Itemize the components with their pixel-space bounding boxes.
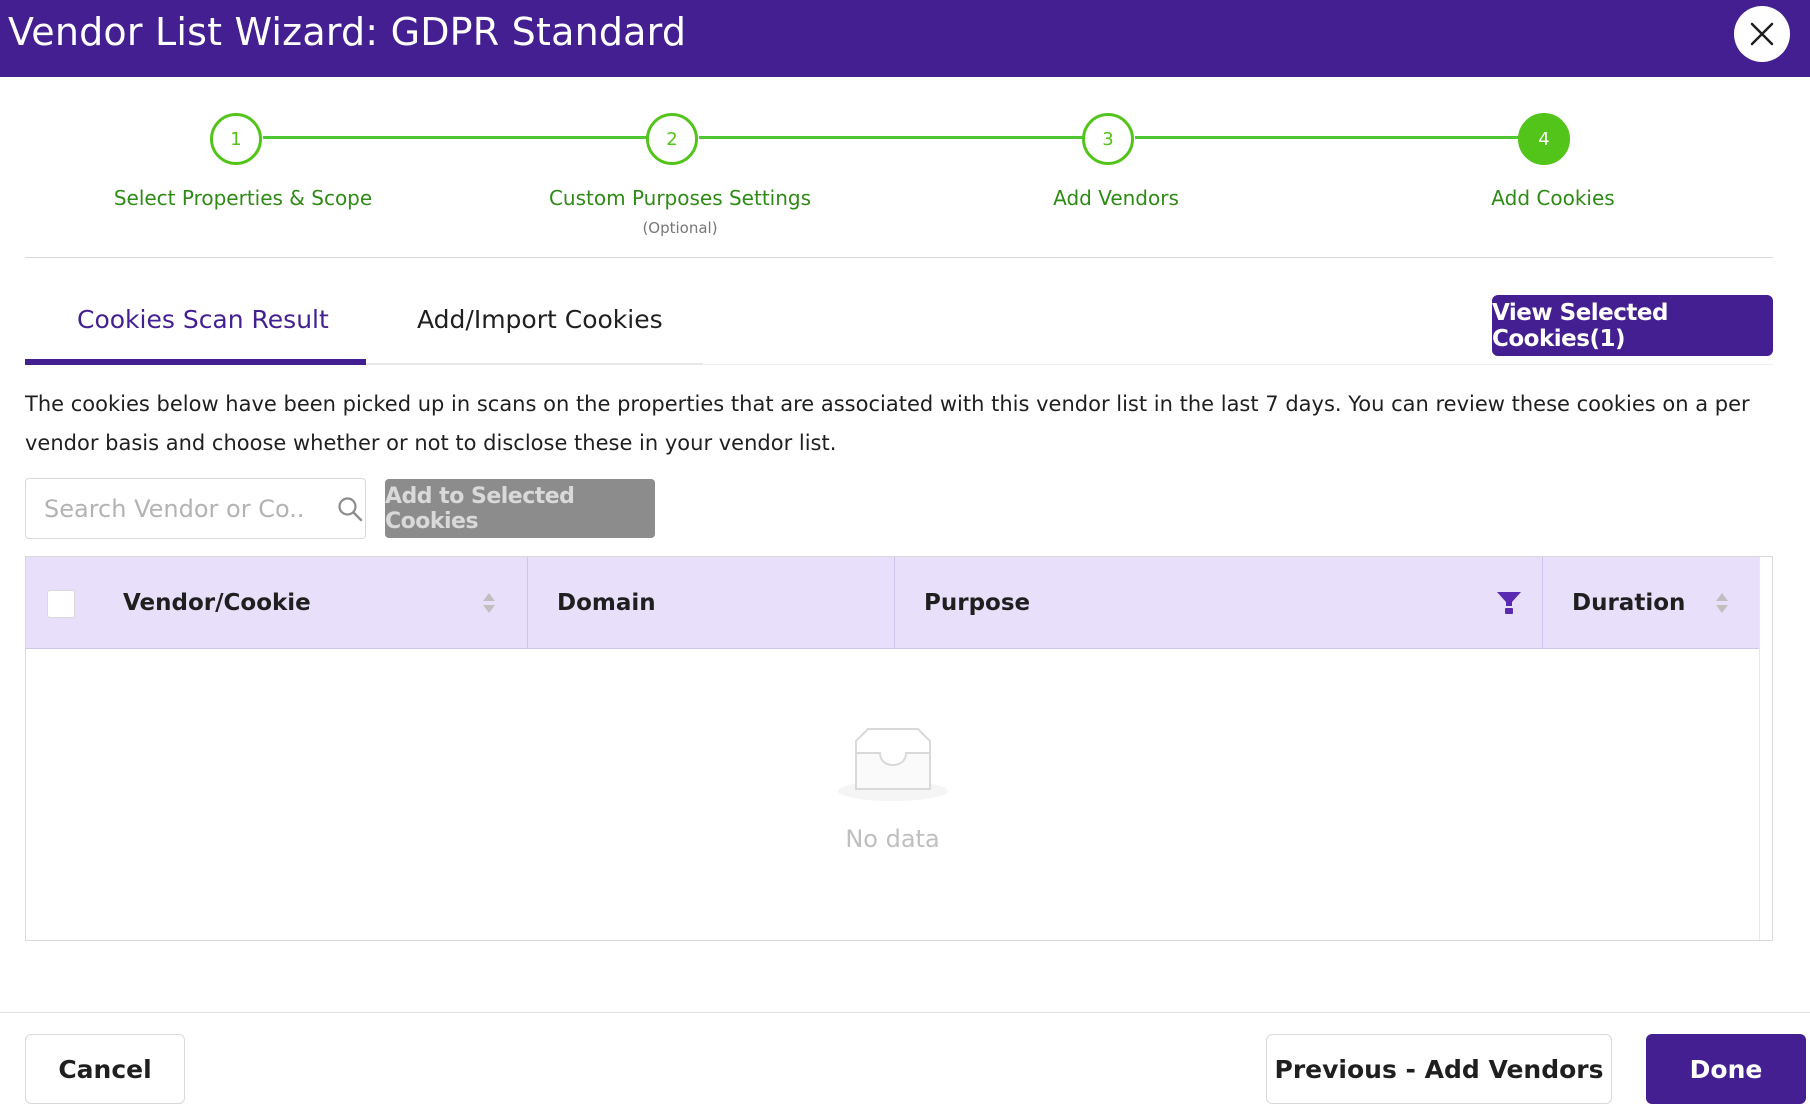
- column-header-duration[interactable]: Duration: [1572, 557, 1685, 649]
- cancel-button[interactable]: Cancel: [25, 1034, 185, 1104]
- previous-add-vendors-button[interactable]: Previous - Add Vendors: [1266, 1034, 1612, 1104]
- scan-description: The cookies below have been picked up in…: [25, 392, 1750, 455]
- step-connector: [263, 136, 647, 139]
- step-connector: [699, 136, 1083, 139]
- search-field: [25, 478, 366, 539]
- footer-divider: [0, 1012, 1810, 1013]
- stepper-divider: [25, 257, 1773, 258]
- wizard-header: Vendor List Wizard: GDPR Standard: [0, 0, 1810, 77]
- step-2-circle[interactable]: 2: [646, 113, 698, 165]
- column-header-vendor-cookie[interactable]: Vendor/Cookie: [123, 557, 311, 649]
- active-tab-indicator: [25, 359, 366, 365]
- done-button[interactable]: Done: [1646, 1034, 1806, 1104]
- select-all-checkbox[interactable]: [47, 590, 75, 618]
- view-selected-cookies-button[interactable]: View Selected Cookies(1): [1492, 295, 1773, 356]
- step-2-optional: (Optional): [642, 219, 718, 237]
- column-separator: [527, 557, 528, 649]
- sort-icon[interactable]: [1715, 591, 1729, 615]
- search-icon[interactable]: [336, 495, 364, 523]
- cookies-table: Vendor/Cookie Domain Purpose Duration No…: [25, 556, 1773, 941]
- table-scrollbar-gutter[interactable]: [1759, 557, 1772, 940]
- step-4-label: Add Cookies: [1491, 186, 1615, 210]
- step-connector: [1135, 136, 1519, 139]
- search-input[interactable]: [44, 479, 304, 538]
- column-header-domain: Domain: [557, 590, 656, 616]
- step-1-circle[interactable]: 1: [210, 113, 262, 165]
- step-2-label: Custom Purposes Settings: [548, 186, 812, 210]
- sort-icon[interactable]: [482, 591, 496, 615]
- tab-add-import-cookies[interactable]: Add/Import Cookies: [417, 305, 663, 334]
- column-separator: [1542, 557, 1543, 649]
- step-4-circle[interactable]: 4: [1518, 113, 1570, 165]
- step-3-label: Add Vendors: [1053, 186, 1179, 210]
- tab-inactive-rule: [366, 363, 703, 365]
- empty-inbox-icon: [838, 728, 948, 801]
- step-3-circle[interactable]: 3: [1082, 113, 1134, 165]
- step-1-label: Select Properties & Scope: [113, 186, 373, 210]
- empty-state-text: No data: [845, 825, 940, 853]
- filter-icon[interactable]: [1496, 591, 1522, 615]
- column-header-purpose: Purpose: [924, 590, 1031, 616]
- wizard-title: Vendor List Wizard: GDPR Standard: [8, 10, 687, 54]
- close-button[interactable]: [1734, 6, 1790, 62]
- column-separator: [894, 557, 895, 649]
- close-icon: [1750, 22, 1774, 46]
- table-header: Vendor/Cookie Domain Purpose Duration: [26, 557, 1759, 649]
- tab-cookies-scan-result[interactable]: Cookies Scan Result: [77, 305, 329, 334]
- add-to-selected-cookies-button[interactable]: Add to Selected Cookies: [385, 479, 655, 538]
